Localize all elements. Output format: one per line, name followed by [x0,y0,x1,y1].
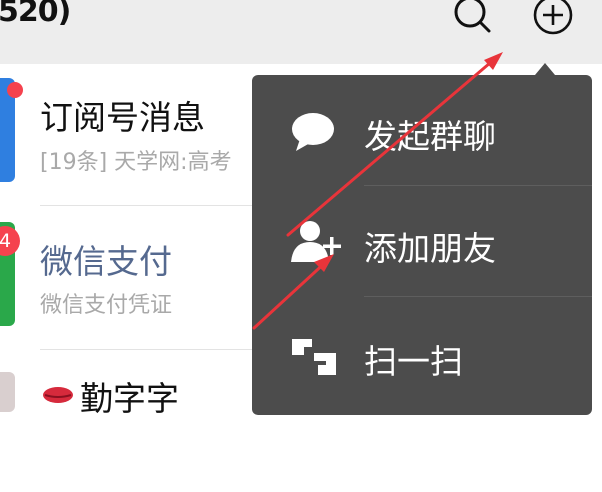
plus-circle-icon[interactable] [531,0,575,38]
menu-item-add-friend[interactable]: 添加朋友 [252,186,592,297]
chat-preview: 微信支付凭证 [40,293,173,318]
add-friend-icon [290,220,344,268]
chat-name: 微信支付 [40,242,172,281]
scan-icon [290,335,340,381]
menu-label: 添加朋友 [364,229,496,268]
menu-caret [535,63,555,75]
chat-bubble-icon [290,111,338,157]
page-title: 520) [0,0,71,29]
top-bar: 520) [0,0,602,64]
menu-label: 扫一扫 [364,342,463,381]
chat-name: 订阅号消息 [40,98,205,137]
chat-preview: [19条] 天学网:高考 [40,150,232,175]
lips-emoji-icon [42,386,74,408]
menu-label: 发起群聊 [364,117,496,156]
menu-item-scan[interactable]: 扫一扫 [252,297,592,408]
popup-menu: 发起群聊 添加朋友 扫一扫 [252,75,592,415]
unread-badge: 4 [0,226,20,256]
chat-name: 勤字字 [80,379,179,418]
avatar [0,372,15,412]
menu-item-group-chat[interactable]: 发起群聊 [252,75,592,186]
search-icon[interactable] [452,0,492,36]
unread-dot [7,82,23,98]
